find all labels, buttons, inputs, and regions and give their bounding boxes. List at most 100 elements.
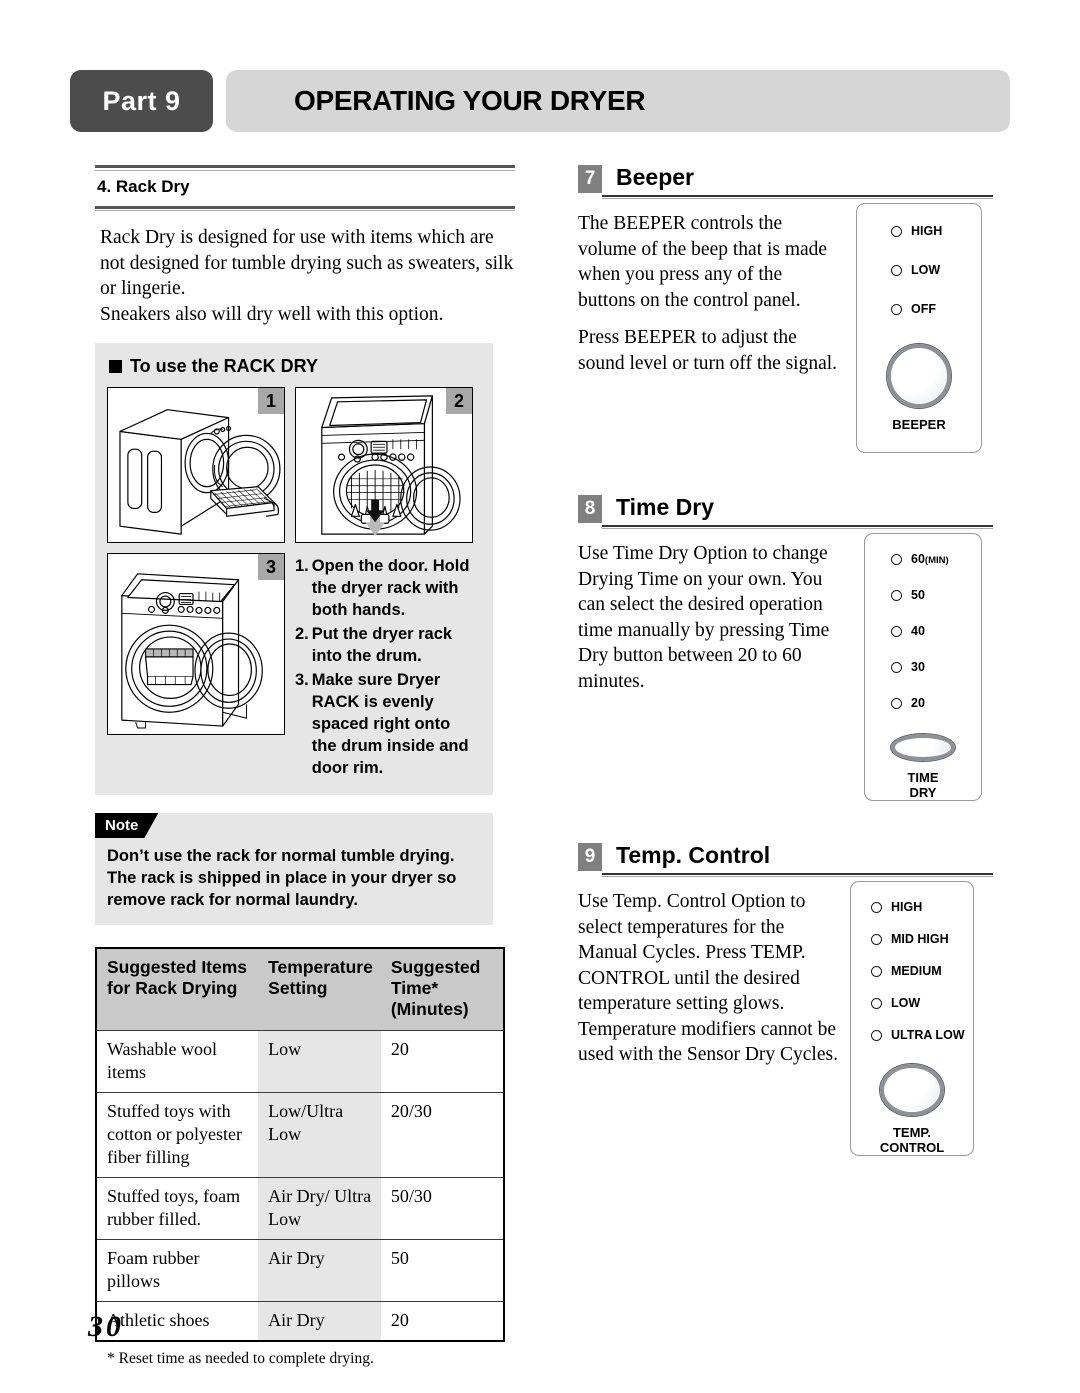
figure-dryer-rack-pulled-out: 1 [107,387,285,543]
table-row: Washable wool items Low 20 [96,1030,504,1093]
led-indicator-icon [871,1029,882,1041]
section-heading-time-dry: 8 Time Dry [578,494,993,529]
cell-temperature: Air Dry/ Ultra Low [258,1177,381,1240]
cell-temperature: Air Dry [258,1301,381,1341]
option-mid-high[interactable]: MID HIGH [871,932,973,946]
led-indicator-icon [891,589,902,601]
note-line-1: Don’t use the rack for normal tumble dry… [107,847,455,865]
note-tag: Note [95,813,158,838]
section-number-badge: 8 [578,495,602,523]
option-50[interactable]: 50 [891,588,981,602]
section-underline [602,194,993,197]
table-header-items: Suggested Items for Rack Drying [96,948,259,1031]
led-indicator-icon [871,997,882,1009]
section-paragraph: Press BEEPER to adjust the sound level o… [578,327,838,374]
figure-rack-installed-in-drum: 3 [107,553,285,735]
note-line-2: The rack is shipped in place in your dry… [107,869,457,909]
section-body: Use Time Dry Option to change Drying Tim… [578,533,993,801]
section-underline-light [602,528,993,529]
right-column: 7 Beeper The BEEPER controls the volume … [578,164,993,1156]
led-indicator-icon [891,264,902,276]
step-text: Open the door. Hold the dryer rack with … [311,557,470,619]
section-text: The BEEPER controls the volume of the be… [578,203,838,453]
option-ultra-low[interactable]: ULTRA LOW [871,1028,973,1042]
section-underline-light [602,876,993,877]
rack-dry-instruction-panel: To use the RACK DRY 1 2 3 1. Open the do… [95,343,493,795]
header-line: Suggested Items [107,957,248,977]
option-60-min[interactable]: 60(MIN) [891,552,981,566]
knob-label-line: CONTROL [879,1140,945,1155]
option-off[interactable]: OFF [891,302,981,316]
option-unit: (MIN) [924,555,949,566]
header-line: Temperature [268,957,373,977]
page-number: 30 [88,1310,124,1343]
knob-label-line: TIME [907,770,939,785]
rack-figure-grid: 1 2 3 1. Open the door. Hold the dryer r… [107,387,483,781]
header-line: Suggested [390,957,481,977]
option-label: HIGH [911,224,943,238]
control-panel-time-dry: 60(MIN) 50 40 30 20 TIME DRY [864,533,982,801]
section-heading-temp-control: 9 Temp. Control [578,842,993,877]
time-dry-option-list: 60(MIN) 50 40 30 20 [865,552,981,710]
option-label: LOW [911,263,941,277]
page-title-bar: OPERATING YOUR DRYER [226,70,1010,132]
rack-dry-intro-p2: Sneakers also will dry well with this op… [100,303,444,325]
cell-time: 20/30 [380,1092,504,1178]
led-indicator-icon [891,697,902,709]
option-40[interactable]: 40 [891,624,981,638]
beeper-knob-button[interactable] [887,344,951,408]
cell-time: 20 [380,1030,504,1093]
page-title: OPERATING YOUR DRYER [294,85,646,116]
knob-label-line: DRY [909,785,937,800]
part-badge: Part 9 [70,70,213,132]
part-badge-label: Part 9 [102,85,181,116]
section-underline [602,524,993,527]
option-low[interactable]: LOW [871,996,973,1010]
section-body: The BEEPER controls the volume of the be… [578,203,993,453]
led-indicator-icon [871,965,882,977]
option-high[interactable]: HIGH [871,900,973,914]
option-30[interactable]: 30 [891,660,981,674]
section-temp-control: 9 Temp. Control Use Temp. Control Option… [578,842,993,1156]
section-paragraph: Use Time Dry Option to change Drying Tim… [578,543,830,692]
section-text: Use Time Dry Option to change Drying Tim… [578,533,838,801]
cell-temperature: Low [258,1030,381,1093]
temp-control-knob-button[interactable] [880,1064,944,1116]
time-dry-knob-button[interactable] [891,734,955,761]
cell-time: 20 [380,1301,504,1341]
led-indicator-icon [871,933,882,945]
figure-number-badge: 2 [446,388,472,414]
option-label: 30 [911,660,925,674]
step-number: 3. [295,671,309,689]
page-header: Part 9 OPERATING YOUR DRYER [70,70,1010,132]
figure-insert-rack-into-drum: 2 [295,387,473,543]
rack-drying-table: Suggested Items for Rack Drying Temperat… [95,947,505,1342]
section-title: Beeper [616,164,694,190]
rack-dry-step: 3. Make sure Dryer RACK is evenly spaced… [295,669,473,779]
option-label: 20 [911,696,925,710]
note-text: Don’t use the rack for normal tumble dry… [107,845,481,911]
led-indicator-icon [871,901,882,913]
square-bullet-icon [109,360,122,373]
cell-item: Foam rubber pillows [96,1239,259,1302]
temp-control-option-list: HIGH MID HIGH MEDIUM LOW ULTRA LOW [851,900,973,1042]
time-dry-knob-label: TIME DRY [907,770,938,800]
section-paragraph: Use Temp. Control Option to select tempe… [578,891,838,1065]
led-indicator-icon [891,625,902,637]
beeper-knob-label: BEEPER [892,417,946,432]
option-20[interactable]: 20 [891,696,981,710]
option-low[interactable]: LOW [891,263,981,277]
left-column: 4. Rack Dry Rack Dry is designed for use… [95,165,515,1368]
cell-item: Washable wool items [96,1030,259,1093]
option-label: 60(MIN) [911,552,949,566]
table-row: Stuffed toys with cotton or polyester fi… [96,1092,504,1178]
section-title: Temp. Control [616,842,771,868]
step-number: 1. [295,557,309,575]
option-high[interactable]: HIGH [891,224,981,238]
option-label: MEDIUM [891,964,942,978]
rack-dry-step: 1. Open the door. Hold the dryer rack wi… [295,555,473,621]
option-label: 40 [911,624,925,638]
option-medium[interactable]: MEDIUM [871,964,973,978]
header-line: Time* [390,978,439,998]
figure-number-badge: 1 [258,388,284,414]
